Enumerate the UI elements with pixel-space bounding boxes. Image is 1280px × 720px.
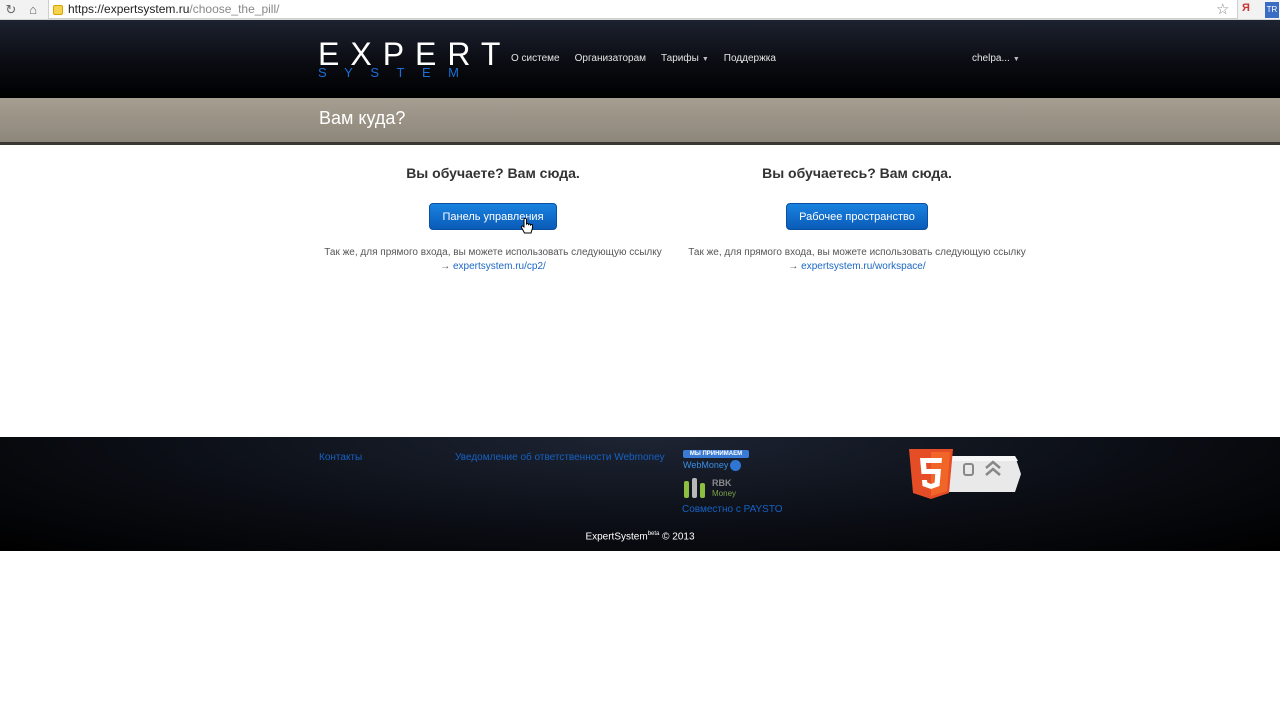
contacts-link[interactable]: Контакты [319, 452, 362, 463]
site-logo[interactable]: EXPERT SYSTEM [318, 38, 500, 80]
cp2-link[interactable]: expertsystem.ru/cp2/ [453, 261, 546, 272]
chevron-down-icon: ▼ [1012, 56, 1020, 63]
rbk-money-badge[interactable]: RBK Money [683, 477, 743, 501]
control-panel-button[interactable]: Панель управления [429, 203, 557, 230]
webmoney-badge-bottom: WebMoney [683, 460, 749, 472]
arrow-icon: → [440, 261, 451, 272]
webmoney-badge[interactable]: МЫ ПРИНИМАЕМ WebMoney [683, 450, 749, 474]
teacher-hint: Так же, для прямого входа, вы можете исп… [323, 246, 663, 274]
title-band: Вам куда? [0, 98, 1280, 145]
lock-icon [53, 5, 63, 15]
site-footer: Контакты Уведомление об ответственности … [0, 437, 1280, 551]
nav-item-support[interactable]: Поддержка [724, 53, 776, 64]
student-heading: Вы обучаетесь? Вам сюда. [762, 165, 952, 181]
user-name: chelpa... [972, 53, 1010, 64]
yandex-extension-icon[interactable]: Я [1242, 2, 1250, 14]
student-hint: Так же, для прямого входа, вы можете исп… [687, 246, 1027, 274]
html5-badge-icon [909, 449, 1021, 499]
chevron-down-icon: ▼ [701, 56, 709, 63]
site-header: EXPERT SYSTEM О системе Организаторам Та… [0, 20, 1280, 98]
main-nav: О системе Организаторам Тарифы ▼ Поддержк… [511, 53, 791, 64]
reload-icon[interactable]: ↻ [0, 0, 22, 20]
rbk-logo-icon [684, 478, 705, 498]
url-host: https://expertsystem.ru [68, 2, 190, 16]
student-column: Вы обучаетесь? Вам сюда. Рабочее простра… [687, 163, 1027, 274]
hand-cursor-icon [520, 218, 533, 234]
browser-chrome: ↻ ⌂ https://expertsystem.ru/choose_the_p… [0, 0, 1280, 20]
logo-bottom-text: SYSTEM [318, 65, 477, 80]
teacher-column: Вы обучаете? Вам сюда. Панель управления… [323, 163, 663, 274]
rbk-title: RBK [712, 478, 732, 488]
user-menu[interactable]: chelpa... ▼ [972, 53, 1020, 64]
rbk-sub: Money [712, 489, 737, 498]
address-bar[interactable]: https://expertsystem.ru/choose_the_pill/ [48, 0, 1238, 19]
paysto-link[interactable]: Совместно с PAYSTO [682, 504, 783, 515]
nav-item-about[interactable]: О системе [511, 53, 560, 64]
copyright-beta: beta [647, 531, 660, 537]
copyright-name: ExpertSystem [585, 531, 648, 543]
page-title: Вам куда? [319, 108, 406, 128]
webmoney-label: WebMoney [683, 460, 729, 470]
translate-extension-icon[interactable]: TR [1265, 2, 1279, 18]
teacher-hint-text: Так же, для прямого входа, вы можете исп… [324, 247, 662, 258]
workspace-link[interactable]: expertsystem.ru/workspace/ [801, 261, 926, 272]
url-path: /choose_the_pill/ [189, 2, 280, 16]
nav-item-tariffs[interactable]: Тарифы ▼ [661, 53, 709, 64]
copyright: ExpertSystembeta © 2013 [0, 531, 1280, 542]
globe-icon [730, 460, 742, 472]
arrow-icon: → [788, 261, 799, 272]
copyright-year: © 2013 [662, 531, 695, 543]
nav-item-organizers[interactable]: Организаторам [575, 53, 646, 64]
workspace-button[interactable]: Рабочее пространство [786, 203, 928, 230]
bookmark-star-icon[interactable]: ☆ [1216, 0, 1229, 18]
nav-item-tariffs-label: Тарифы [661, 53, 699, 64]
student-hint-text: Так же, для прямого входа, вы можете исп… [688, 247, 1026, 258]
webmoney-notice-link[interactable]: Уведомление об ответственности Webmoney [455, 452, 665, 463]
home-icon[interactable]: ⌂ [22, 0, 44, 20]
teacher-heading: Вы обучаете? Вам сюда. [406, 165, 580, 181]
webmoney-badge-top: МЫ ПРИНИМАЕМ [683, 450, 749, 458]
